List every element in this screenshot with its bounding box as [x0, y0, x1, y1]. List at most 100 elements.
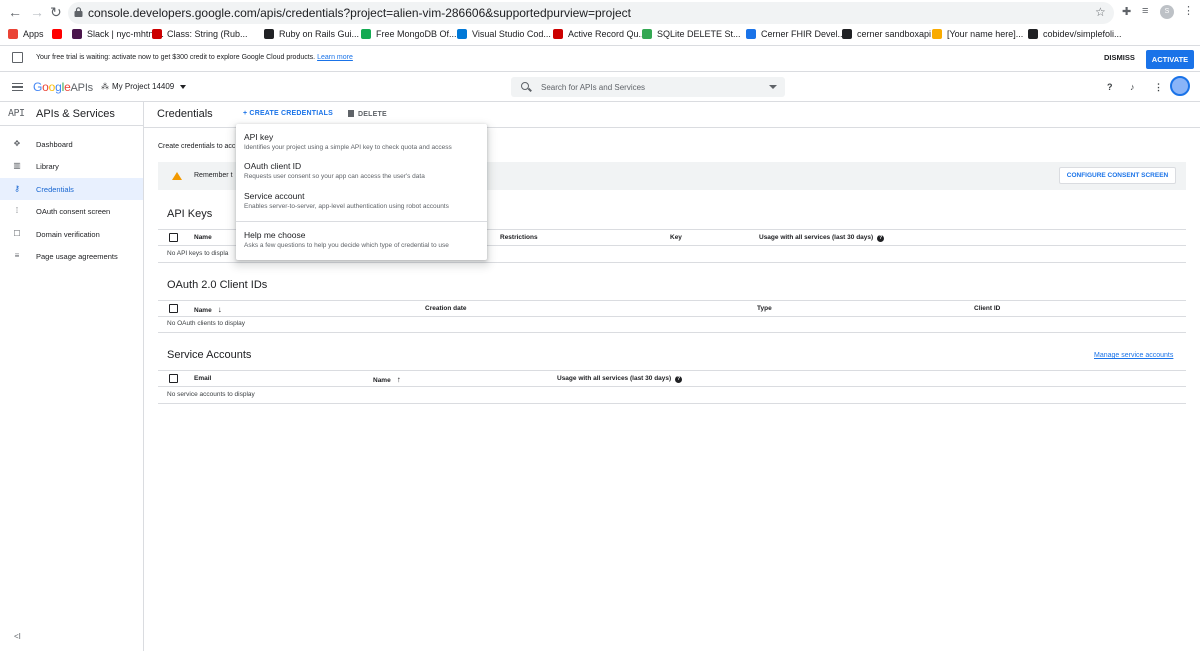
select-all-checkbox[interactable]	[169, 233, 178, 242]
url-text: console.developers.google.com/apis/crede…	[88, 6, 631, 20]
column-header[interactable]: Usage with all services (last 30 days)?	[759, 234, 885, 242]
lock-icon	[74, 7, 83, 17]
bookmark-item[interactable]: [Your name here]...	[932, 29, 1023, 39]
sidebar-item-library[interactable]: ▥ Library	[0, 155, 143, 177]
sidebar-item-credentials[interactable]: ⚷ Credentials	[0, 178, 143, 200]
bookmark-favicon-icon	[553, 29, 563, 39]
sidebar-item-dashboard[interactable]: ✥ Dashboard	[0, 133, 143, 155]
google-apis-logo[interactable]: GoogleAPIs	[33, 80, 93, 94]
menu-item-description: Identifies your project using a simple A…	[244, 144, 452, 151]
oauth-table-header: Name ↓ Creation date Type Client ID	[158, 300, 1186, 317]
sidebar-item-domain-verification[interactable]: ☐ Domain verification	[0, 223, 143, 245]
bookmark-favicon-icon	[746, 29, 756, 39]
reading-list-icon[interactable]: ≡	[1142, 5, 1148, 17]
select-all-checkbox[interactable]	[169, 374, 178, 383]
menu-item-title: Help me choose	[244, 230, 306, 240]
bookmark-item[interactable]: Active Record Qu...	[553, 29, 646, 39]
column-header[interactable]: Usage with all services (last 30 days)?	[557, 375, 683, 383]
bookmark-favicon-icon	[932, 29, 942, 39]
bookmark-item[interactable]: SQLite DELETE St...	[642, 29, 741, 39]
bookmark-item[interactable]: Visual Studio Cod...	[457, 29, 551, 39]
sidebar-item-oauth-consent[interactable]: ⁞ OAuth consent screen	[0, 200, 143, 222]
account-avatar[interactable]	[1170, 76, 1190, 96]
column-header[interactable]: Client ID	[974, 305, 1000, 312]
api-icon: API	[8, 108, 25, 119]
select-all-checkbox[interactable]	[169, 304, 178, 313]
search-input[interactable]: Search for APIs and Services	[541, 83, 645, 92]
menu-item-api-key[interactable]: API key Identifies your project using a …	[236, 132, 487, 160]
delete-button[interactable]: DELETE	[348, 110, 387, 118]
bookmark-item[interactable]: cobidev/simplefoli...	[1028, 29, 1122, 39]
library-icon: ▥	[13, 161, 21, 170]
column-header[interactable]: Key	[670, 234, 682, 241]
bookmark-item[interactable]: Slack | nyc-mhtn-...	[72, 29, 164, 39]
trial-text: Your free trial is waiting: activate now…	[36, 54, 353, 61]
dashboard-icon: ✥	[13, 139, 21, 148]
collapse-sidebar-icon[interactable]: <I	[14, 632, 21, 641]
notifications-icon[interactable]: ♪	[1130, 82, 1135, 92]
divider	[158, 262, 1186, 263]
sidebar-item-label: Library	[36, 162, 59, 171]
column-header[interactable]: Type	[757, 305, 772, 312]
divider	[158, 332, 1186, 333]
sidebar-item-label: Dashboard	[36, 140, 73, 149]
bookmark-item[interactable]: Free MongoDB Of...	[361, 29, 457, 39]
search-bar[interactable]: Search for APIs and Services	[511, 77, 785, 97]
gift-icon	[12, 52, 23, 63]
extensions-icon[interactable]: ✚	[1122, 5, 1131, 18]
profile-avatar[interactable]: S	[1160, 5, 1174, 19]
back-icon[interactable]: ←	[8, 4, 22, 20]
menu-item-title: OAuth client ID	[244, 161, 302, 171]
column-header-label: Name	[373, 377, 391, 384]
column-header[interactable]: Creation date	[425, 305, 467, 312]
activate-button[interactable]: ACTIVATE	[1146, 50, 1194, 69]
create-credentials-button[interactable]: + CREATE CREDENTIALS	[243, 110, 333, 117]
divider	[158, 403, 1186, 404]
help-circle-icon[interactable]: ?	[877, 235, 885, 242]
configure-consent-button[interactable]: CONFIGURE CONSENT SCREEN	[1059, 167, 1176, 184]
search-dropdown-icon[interactable]	[769, 85, 777, 89]
bookmark-item[interactable]: Cerner FHIR Devel...	[746, 29, 845, 39]
bookmark-label: [Your name here]...	[947, 29, 1024, 39]
menu-item-help-me-choose[interactable]: Help me choose Asks a few questions to h…	[236, 230, 487, 258]
api-keys-empty: No API keys to displa	[167, 250, 229, 257]
create-credentials-menu: API key Identifies your project using a …	[236, 124, 487, 260]
bookmark-item[interactable]: Apps	[8, 29, 44, 39]
menu-item-oauth-client-id[interactable]: OAuth client ID Requests user consent so…	[236, 161, 487, 189]
more-options-icon[interactable]: ⋮	[1154, 82, 1163, 93]
project-selector[interactable]: ⁂ My Project 14409	[101, 82, 187, 91]
bookmark-star-icon[interactable]: ☆	[1095, 5, 1106, 19]
bookmarks-bar: Apps Slack | nyc-mhtn-... Class: String (R…	[0, 26, 1200, 46]
bookmark-favicon-icon	[842, 29, 852, 39]
intro-text: Create credentials to acc	[158, 143, 236, 150]
hamburger-menu-icon[interactable]	[12, 83, 23, 91]
forward-icon[interactable]: →	[30, 4, 44, 20]
menu-item-title: Service account	[244, 191, 305, 201]
warning-text: Remember t	[194, 172, 233, 179]
bookmark-favicon-icon	[152, 29, 162, 39]
search-icon	[521, 82, 529, 90]
arrow-up-icon: ↑	[396, 375, 401, 384]
sidebar-header: API APIs & Services	[0, 102, 144, 126]
column-header[interactable]: Email	[194, 375, 211, 382]
bookmark-item[interactable]: Ruby on Rails Gui...	[264, 29, 359, 39]
column-header[interactable]: Name	[194, 234, 212, 241]
dismiss-button[interactable]: DISMISS	[1104, 53, 1135, 62]
sidebar-item-page-usage[interactable]: ≡ Page usage agreements	[0, 245, 143, 267]
reload-icon[interactable]: ↻	[50, 4, 62, 21]
help-icon[interactable]: ?	[1107, 82, 1113, 92]
learn-more-link[interactable]: Learn more	[317, 54, 353, 61]
bookmark-item[interactable]: cerner sandboxapi	[842, 29, 931, 39]
manage-service-accounts-link[interactable]: Manage service accounts	[1094, 352, 1173, 359]
browser-menu-icon[interactable]: ⋮	[1183, 4, 1194, 17]
column-header[interactable]: Name ↑	[373, 375, 401, 384]
help-circle-icon[interactable]: ?	[675, 376, 683, 383]
column-header[interactable]: Restrictions	[500, 234, 538, 241]
column-header[interactable]: Name ↓	[194, 305, 222, 314]
project-name: My Project 14409	[112, 82, 175, 91]
bookmark-item[interactable]: Class: String (Rub...	[152, 29, 248, 39]
bookmark-favicon-icon	[642, 29, 652, 39]
menu-item-service-account[interactable]: Service account Enables server-to-server…	[236, 191, 487, 219]
address-bar[interactable]: console.developers.google.com/apis/crede…	[68, 2, 1114, 24]
bookmark-item[interactable]	[52, 29, 62, 39]
